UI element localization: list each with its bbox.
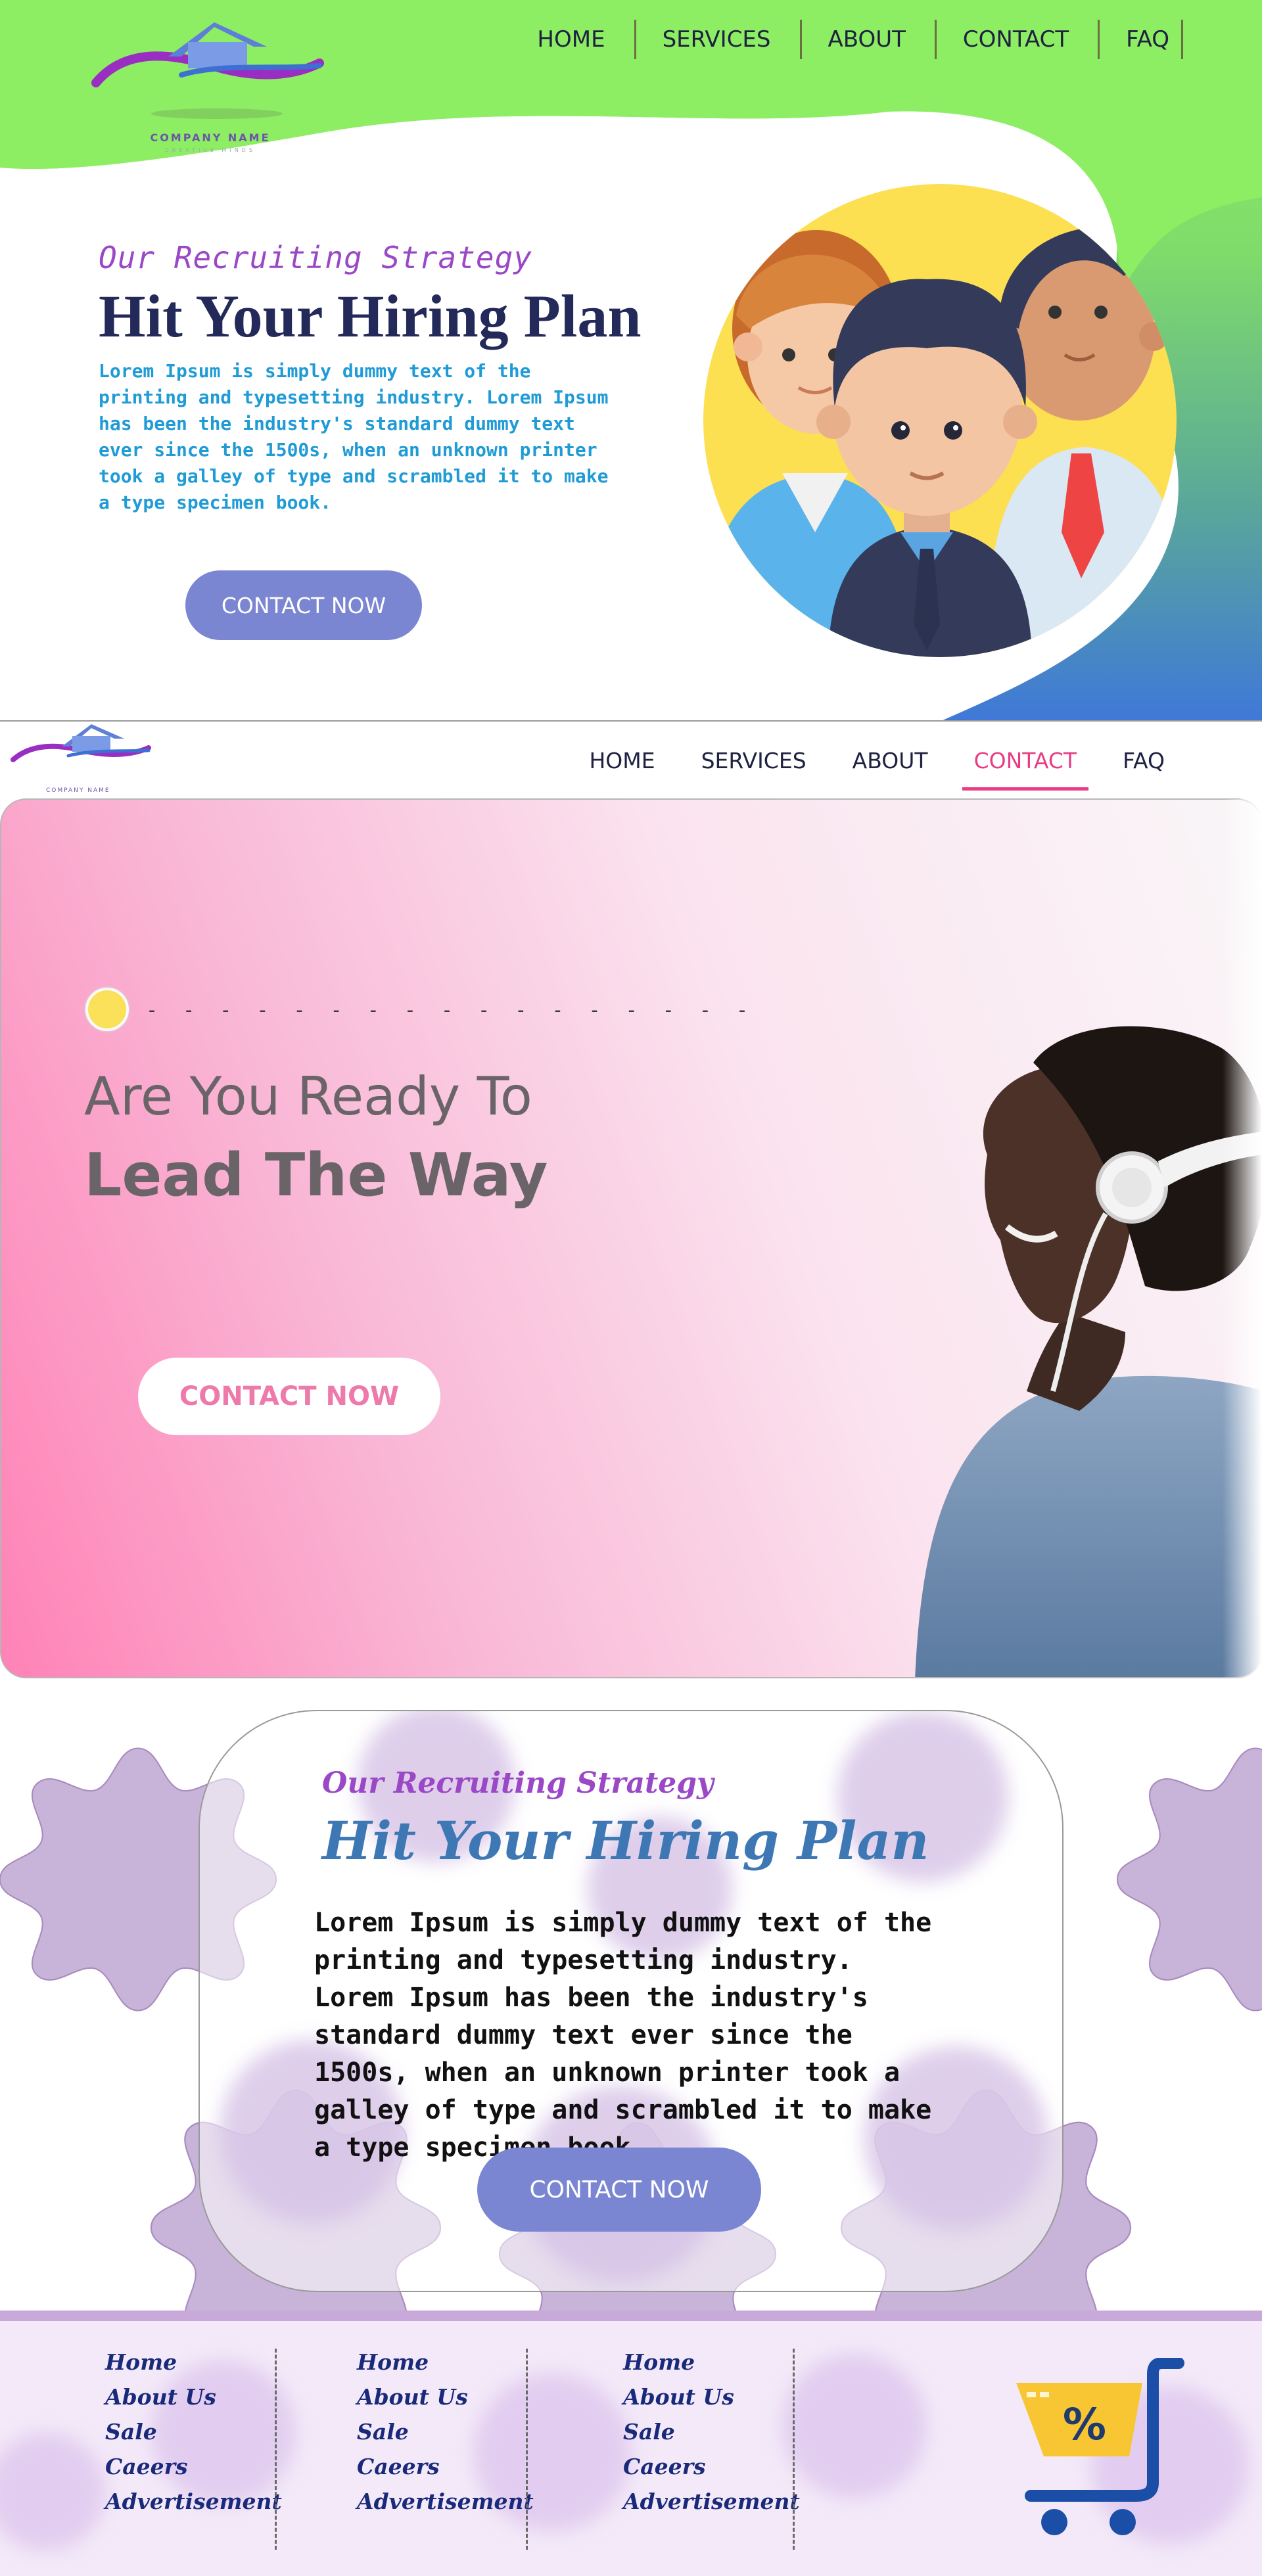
hero-section-1: COMPANY NAME CREATIVE MINDS HOME SERVICE…: [0, 0, 1262, 722]
nav-services[interactable]: SERVICES: [663, 20, 802, 59]
nav-home[interactable]: HOME: [589, 747, 655, 791]
nav-faq[interactable]: FAQ: [1126, 20, 1183, 59]
hero1-subtitle: Our Recruiting Strategy: [99, 240, 532, 275]
footer-link-sale[interactable]: Sale: [105, 2414, 282, 2449]
footer-link-careers[interactable]: Caeers: [105, 2449, 282, 2484]
hero1-title: Hit Your Hiring Plan: [99, 283, 642, 350]
footer-divider: [275, 2349, 277, 2550]
footer-link-sale[interactable]: Sale: [623, 2414, 800, 2449]
logo-shadow: [151, 108, 283, 119]
main-nav: HOME SERVICES ABOUT CONTACT FAQ: [511, 20, 1183, 59]
headphones-man-illustration: [915, 1026, 1262, 1677]
footer-link-sale[interactable]: Sale: [357, 2414, 534, 2449]
logo-house-icon[interactable]: [9, 722, 154, 768]
nav-contact[interactable]: CONTACT: [962, 747, 1089, 791]
edge-fade: [1223, 799, 1262, 1686]
company-name: COMPANY NAME: [46, 787, 110, 794]
footer-link-careers[interactable]: Caeers: [623, 2449, 800, 2484]
shopping-cart-icon[interactable]: %: [1004, 2358, 1188, 2542]
strategy-body: Lorem Ipsum is simply dummy text of the …: [314, 1908, 932, 2163]
contact-now-button[interactable]: CONTACT NOW: [138, 1358, 440, 1435]
footer-link-about[interactable]: About Us: [623, 2380, 800, 2414]
strategy-subtitle: Our Recruiting Strategy: [322, 1766, 714, 1800]
hero1-body: Lorem Ipsum is simply dummy text of the …: [99, 360, 609, 513]
people-illustration: [703, 184, 1177, 657]
hero2-heading-line1: Are You Ready To: [84, 1066, 532, 1127]
contact-now-button[interactable]: CONTACT NOW: [477, 2148, 761, 2232]
footer-link-advertisement[interactable]: Advertisement: [623, 2484, 800, 2519]
footer-link-home[interactable]: Home: [105, 2345, 282, 2380]
footer-column-2: Home About Us Sale Caeers Advertisement: [357, 2345, 534, 2519]
timeline-dashes: - - - - - - - - - - - - - - - - -: [146, 999, 755, 1022]
main-nav: HOME SERVICES ABOUT CONTACT FAQ: [543, 747, 1165, 791]
footer-link-about[interactable]: About Us: [357, 2380, 534, 2414]
company-name: COMPANY NAME: [150, 131, 271, 144]
nav-about[interactable]: ABOUT: [853, 747, 928, 791]
footer-link-advertisement[interactable]: Advertisement: [357, 2484, 534, 2519]
nav-services[interactable]: SERVICES: [701, 747, 806, 791]
contact-now-button[interactable]: CONTACT NOW: [185, 570, 422, 640]
footer-link-careers[interactable]: Caeers: [357, 2449, 534, 2484]
strategy-title: Hit Your Hiring Plan: [322, 1810, 929, 1872]
nav-contact[interactable]: CONTACT: [963, 20, 1100, 59]
footer-column-1: Home About Us Sale Caeers Advertisement: [105, 2345, 282, 2519]
timeline-dot: [85, 988, 129, 1031]
footer-link-about[interactable]: About Us: [105, 2380, 282, 2414]
footer-link-home[interactable]: Home: [623, 2345, 800, 2380]
logo-house-icon[interactable]: [89, 17, 333, 96]
hero2-card: [0, 798, 1262, 1678]
footer-link-advertisement[interactable]: Advertisement: [105, 2484, 282, 2519]
footer-divider: [526, 2349, 528, 2550]
company-tagline: CREATIVE MINDS: [165, 147, 256, 153]
footer-divider: [793, 2349, 795, 2550]
nav-home[interactable]: HOME: [537, 20, 636, 59]
footer-link-home[interactable]: Home: [357, 2345, 534, 2380]
cart-percent-symbol: %: [1063, 2399, 1106, 2450]
nav-about[interactable]: ABOUT: [828, 20, 937, 59]
hero2-heading-line2: Lead The Way: [84, 1141, 548, 1210]
nav-faq[interactable]: FAQ: [1123, 747, 1165, 791]
footer-column-3: Home About Us Sale Caeers Advertisement: [623, 2345, 800, 2519]
